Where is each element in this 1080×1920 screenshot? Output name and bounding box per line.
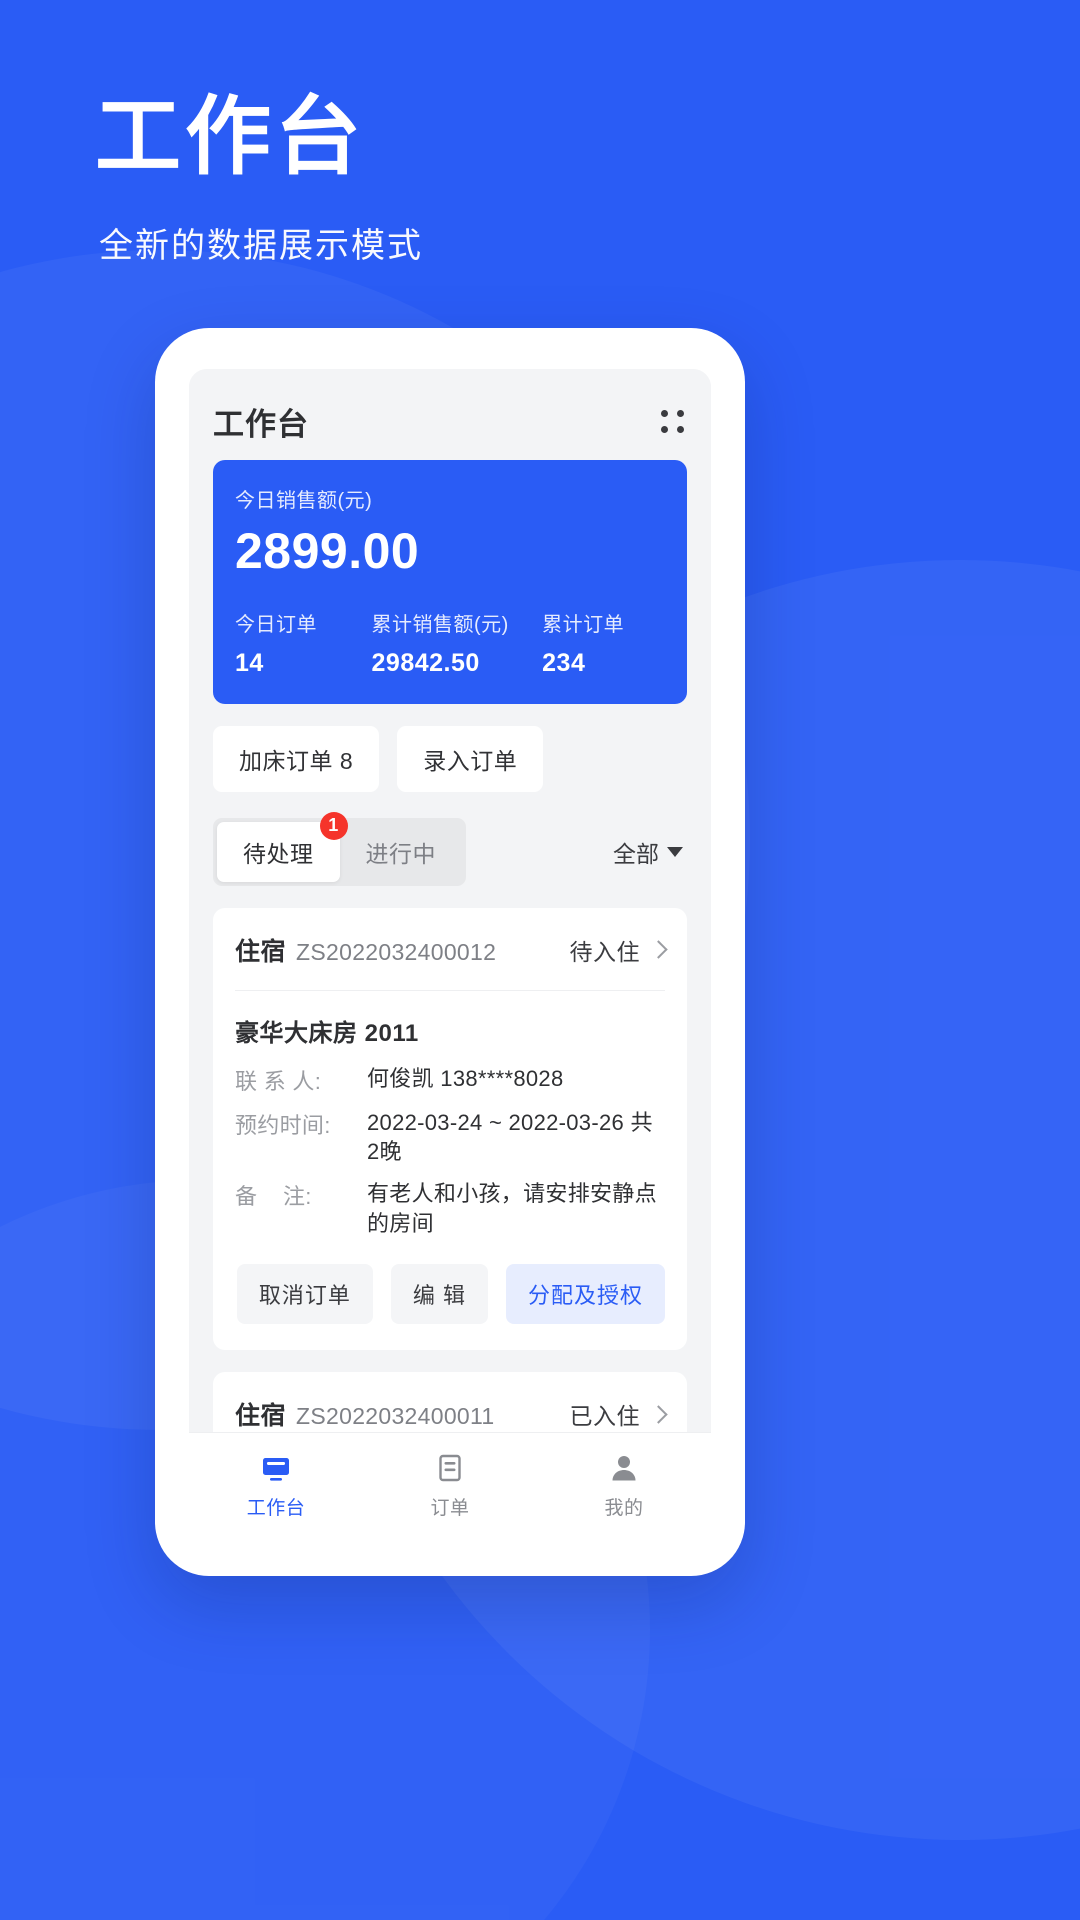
content-scroll-area[interactable]: 今日销售额(元) 2899.00 今日订单 14 累计销售额(元) 29842.… — [189, 460, 711, 1432]
tab-pending[interactable]: 待处理 1 — [217, 811, 348, 882]
order-status-tabs: 待处理 1 进行中 — [213, 811, 466, 886]
order-status-link[interactable]: 待入住 — [569, 933, 668, 967]
dot — [660, 426, 668, 433]
order-info-row: 预约时间: 2022-03-24 ~ 2022-03-26 共2晚 — [235, 1096, 665, 1167]
cancel-order-button[interactable]: 取消订单 — [236, 1264, 373, 1325]
filter-label: 全部 — [613, 840, 659, 867]
order-number: ZS2022032400011 — [296, 1403, 495, 1430]
assign-authorize-button[interactable]: 分配及授权 — [505, 1264, 665, 1325]
order-card-header: 住宿 ZS2022032400011 已入住 — [235, 1372, 668, 1432]
chevron-right-icon — [649, 1405, 668, 1424]
quick-action-chips: 加床订单 8 录入订单 — [213, 725, 687, 792]
tabs-bar: 待处理 1 进行中 全部 — [213, 811, 687, 886]
order-identity: 住宿 ZS2022032400011 — [235, 1396, 495, 1432]
nav-item-workbench[interactable]: 工作台 — [189, 1451, 363, 1520]
info-value: 何俊凯 138****8028 — [367, 1065, 564, 1091]
stats-row: 今日订单 14 累计销售额(元) 29842.50 累计订单 234 — [235, 608, 665, 678]
order-type: 住宿 — [235, 937, 287, 966]
order-actions: 取消订单 编 辑 分配及授权 — [235, 1238, 665, 1350]
page-title: 工作台 — [213, 407, 309, 442]
extra-bed-orders-button[interactable]: 加床订单 8 — [213, 725, 380, 792]
user-profile-icon — [612, 1455, 636, 1480]
stat-label: 今日订单 — [235, 613, 317, 636]
stat-value: 29842.50 — [371, 648, 480, 677]
chevron-right-icon — [649, 940, 668, 959]
tab-label: 进行中 — [365, 840, 436, 867]
order-status-text: 已入住 — [569, 1403, 640, 1430]
nav-label: 我的 — [604, 1497, 644, 1519]
today-sales-value: 2899.00 — [235, 523, 420, 579]
promo-subtitle: 全新的数据展示模式 — [99, 227, 423, 266]
info-value: 有老人和小孩，请安排安静点的房间 — [367, 1180, 657, 1236]
stat-value: 14 — [235, 648, 264, 677]
today-sales-label: 今日销售额(元) — [235, 490, 373, 512]
info-value: 2022-03-24 ~ 2022-03-26 共2晚 — [367, 1109, 653, 1165]
nav-label: 订单 — [430, 1497, 470, 1519]
order-identity: 住宿 ZS2022032400012 — [235, 932, 496, 968]
app-header: 工作台 — [189, 369, 711, 460]
sales-summary-card: 今日销售额(元) 2899.00 今日订单 14 累计销售额(元) 29842.… — [213, 460, 687, 704]
info-label: 备 注: — [235, 1183, 312, 1209]
stat-value: 234 — [542, 648, 586, 677]
order-type: 住宿 — [235, 1402, 287, 1431]
promo-title: 工作台 — [95, 89, 365, 185]
workbench-icon — [263, 1457, 289, 1481]
order-info-row: 联 系 人: 何俊凯 138****8028 — [235, 1052, 665, 1096]
dot — [676, 426, 684, 433]
stat-label: 累计销售额(元) — [371, 613, 509, 636]
order-status-text: 待入住 — [569, 938, 640, 965]
order-number: ZS2022032400012 — [296, 938, 497, 965]
chevron-down-icon — [667, 846, 683, 857]
nav-item-profile[interactable]: 我的 — [537, 1451, 711, 1520]
create-order-button[interactable]: 录入订单 — [397, 725, 544, 792]
phone-screen: 工作台 今日销售额(元) 2899.00 今日订单 14 累计销售额(元) 29… — [189, 369, 711, 1537]
stat-total-sales: 累计销售额(元) 29842.50 — [372, 608, 543, 678]
tab-in-progress[interactable]: 进行中 — [340, 822, 463, 882]
room-name: 豪华大床房 2011 — [235, 1019, 419, 1047]
stat-total-orders: 累计订单 234 — [542, 608, 665, 678]
nav-item-orders[interactable]: 订单 — [363, 1451, 537, 1520]
order-card[interactable]: 住宿 ZS2022032400012 待入住 豪华大床房 2011 联 系 人:… — [213, 907, 687, 1351]
phone-mockup: 工作台 今日销售额(元) 2899.00 今日订单 14 累计销售额(元) 29… — [155, 328, 745, 1576]
bottom-navigation: 工作台 订单 我的 — [189, 1432, 711, 1537]
filter-dropdown[interactable]: 全部 — [613, 835, 687, 869]
info-label: 联 系 人: — [235, 1068, 322, 1094]
grid-dots-icon[interactable] — [657, 407, 687, 437]
nav-label: 工作台 — [246, 1497, 306, 1519]
stat-today-orders: 今日订单 14 — [235, 608, 372, 678]
order-card-header: 住宿 ZS2022032400012 待入住 — [235, 908, 668, 991]
order-card[interactable]: 住宿 ZS2022032400011 已入住 商务套房 2212 联 系 人: … — [213, 1372, 687, 1432]
order-info-row: 备 注: 有老人和小孩，请安排安静点的房间 — [235, 1167, 665, 1238]
dot — [660, 410, 668, 417]
promo-block: 工作台 全新的数据展示模式 — [95, 92, 423, 267]
dot — [676, 410, 684, 417]
order-status-link[interactable]: 已入住 — [569, 1397, 668, 1431]
edit-order-button[interactable]: 编 辑 — [390, 1264, 488, 1325]
order-list-icon — [439, 1454, 461, 1481]
info-label: 预约时间: — [235, 1112, 331, 1138]
tab-label: 待处理 — [243, 840, 314, 867]
stat-label: 累计订单 — [542, 613, 625, 636]
